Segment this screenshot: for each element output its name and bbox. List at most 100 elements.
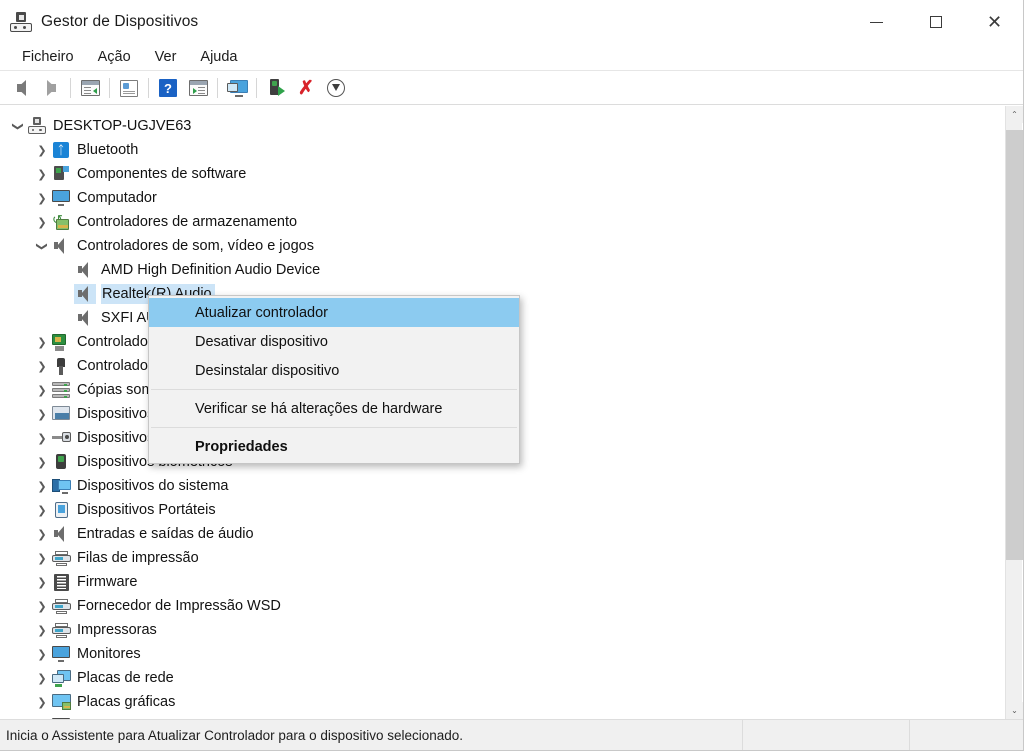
software-component-icon bbox=[50, 164, 72, 184]
chevron-right-icon[interactable]: ❯ bbox=[34, 577, 50, 588]
tree-row[interactable]: ❯ Monitores bbox=[0, 642, 999, 666]
close-button[interactable]: ✕ bbox=[965, 0, 1023, 44]
tree-row[interactable]: ❯ Impressoras bbox=[0, 618, 999, 642]
chevron-right-icon[interactable]: ❯ bbox=[34, 625, 50, 636]
menu-ver[interactable]: Ver bbox=[144, 46, 188, 69]
chevron-right-icon[interactable]: ❯ bbox=[34, 553, 50, 564]
properties-icon bbox=[120, 79, 138, 97]
scan-hardware-changes-icon bbox=[226, 79, 248, 97]
context-menu[interactable]: Atualizar controlador Desativar dispositi… bbox=[148, 295, 520, 464]
chevron-right-icon[interactable]: ❯ bbox=[34, 601, 50, 612]
tree-row[interactable]: AMD High Definition Audio Device bbox=[0, 258, 999, 282]
tree-row[interactable]: ❯ Placas de rede bbox=[0, 666, 999, 690]
biometric-icon bbox=[50, 452, 72, 472]
help-icon: ? bbox=[159, 79, 177, 97]
back-button[interactable] bbox=[6, 74, 36, 102]
scroll-down-button[interactable]: ⌄ bbox=[1006, 702, 1023, 719]
menu-ficheiro[interactable]: Ficheiro bbox=[11, 46, 85, 69]
properties-button[interactable] bbox=[114, 74, 144, 102]
tree-row[interactable]: ❯ Computador bbox=[0, 186, 999, 210]
scroll-up-button[interactable]: ⌃ bbox=[1006, 106, 1023, 123]
show-hide-console-tree-button[interactable] bbox=[75, 74, 105, 102]
help-button[interactable]: ? bbox=[153, 74, 183, 102]
tree-row[interactable]: ❯ DESKTOP-UGJVE63 bbox=[0, 114, 999, 138]
vertical-scrollbar[interactable]: ⌃ ⌄ bbox=[1005, 106, 1023, 719]
status-message: Inicia o Assistente para Atualizar Contr… bbox=[0, 719, 743, 750]
tree-row[interactable]: ❯ Fornecedor de Impressão WSD bbox=[0, 594, 999, 618]
chevron-right-icon[interactable]: ❯ bbox=[34, 337, 50, 348]
menu-acao[interactable]: Ação bbox=[87, 46, 142, 69]
tree-row[interactable]: ❯ Firmware bbox=[0, 570, 999, 594]
status-panel-2 bbox=[743, 719, 910, 750]
chevron-right-icon[interactable]: ❯ bbox=[34, 217, 50, 228]
chevron-down-icon[interactable]: ❯ bbox=[36, 238, 49, 254]
chevron-right-icon[interactable]: ❯ bbox=[34, 385, 50, 396]
tree-row-label: Dispositivos do sistema bbox=[77, 478, 229, 494]
tree-row[interactable]: ❯ Entradas e saídas de áudio bbox=[0, 522, 999, 546]
toolbar-separator bbox=[256, 78, 257, 98]
chevron-right-icon[interactable]: ❯ bbox=[34, 529, 50, 540]
chevron-right-icon[interactable]: ❯ bbox=[34, 697, 50, 708]
tree-row[interactable]: ❯ Componentes de software bbox=[0, 162, 999, 186]
toolbar-separator bbox=[109, 78, 110, 98]
scrollbar-thumb[interactable] bbox=[1006, 130, 1023, 560]
status-panel-3 bbox=[910, 720, 1023, 751]
update-driver-button[interactable] bbox=[261, 74, 291, 102]
tree-row[interactable]: ❯ Dispositivos Portáteis bbox=[0, 498, 999, 522]
chevron-right-icon[interactable]: ❯ bbox=[34, 481, 50, 492]
context-menu-item[interactable]: Desinstalar dispositivo bbox=[149, 356, 519, 385]
context-menu-item[interactable]: Propriedades bbox=[149, 432, 519, 461]
chevron-right-icon[interactable]: ❯ bbox=[34, 673, 50, 684]
chevron-right-icon[interactable]: ❯ bbox=[34, 169, 50, 180]
tree-row-label: Componentes de software bbox=[77, 166, 247, 182]
tree-row-label: Firmware bbox=[77, 574, 138, 590]
context-menu-separator bbox=[151, 427, 517, 428]
monitor-icon bbox=[50, 188, 72, 208]
server-icon bbox=[50, 380, 72, 400]
tree-row[interactable]: ❯ Filas de impressão bbox=[0, 546, 999, 570]
chevron-right-icon[interactable]: ❯ bbox=[34, 145, 50, 156]
tree-row[interactable]: ❯ ᛏ Bluetooth bbox=[0, 138, 999, 162]
disable-device-button[interactable] bbox=[321, 74, 351, 102]
tree-row-label: Bluetooth bbox=[77, 142, 139, 158]
chevron-right-icon[interactable]: ❯ bbox=[34, 409, 50, 420]
status-bar: Inicia o Assistente para Atualizar Contr… bbox=[0, 719, 1023, 751]
toolbar-separator bbox=[70, 78, 71, 98]
tree-row[interactable]: ❯ Placas gráficas bbox=[0, 690, 999, 714]
chevron-down-icon[interactable]: ❯ bbox=[12, 118, 25, 134]
chevron-right-icon[interactable]: ❯ bbox=[34, 193, 50, 204]
hid-icon bbox=[50, 428, 72, 448]
chevron-right-icon[interactable]: ❯ bbox=[34, 361, 50, 372]
bluetooth-icon: ᛏ bbox=[50, 140, 72, 160]
disable-device-icon bbox=[327, 79, 345, 97]
usb-icon bbox=[50, 356, 72, 376]
forward-button[interactable] bbox=[36, 74, 66, 102]
maximize-button[interactable] bbox=[906, 0, 965, 44]
tree-row[interactable]: ❯ Dispositivos do sistema bbox=[0, 474, 999, 498]
forward-icon bbox=[46, 80, 56, 96]
context-menu-separator bbox=[151, 389, 517, 390]
uninstall-device-icon: ✗ bbox=[298, 77, 314, 99]
chevron-right-icon[interactable]: ❯ bbox=[34, 505, 50, 516]
minimize-icon bbox=[870, 21, 883, 23]
context-menu-item[interactable]: Atualizar controlador bbox=[149, 298, 519, 327]
scan-hardware-changes-button[interactable] bbox=[222, 74, 252, 102]
tree-row[interactable]: ❯ Controladores de som, vídeo e jogos bbox=[0, 234, 999, 258]
context-menu-item[interactable]: Desativar dispositivo bbox=[149, 327, 519, 356]
menu-ajuda[interactable]: Ajuda bbox=[189, 46, 248, 69]
monitor-icon bbox=[50, 644, 72, 664]
chevron-right-icon[interactable]: ❯ bbox=[34, 457, 50, 468]
show-hide-action-pane-button[interactable] bbox=[183, 74, 213, 102]
network-card-icon bbox=[50, 332, 72, 352]
uninstall-device-button[interactable]: ✗ bbox=[291, 74, 321, 102]
chevron-right-icon[interactable]: ❯ bbox=[34, 649, 50, 660]
toolbar-separator bbox=[217, 78, 218, 98]
minimize-button[interactable] bbox=[847, 0, 906, 44]
chevron-right-icon[interactable]: ❯ bbox=[34, 433, 50, 444]
device-manager-icon bbox=[10, 11, 32, 33]
close-icon: ✕ bbox=[986, 12, 1003, 32]
speaker-icon bbox=[50, 524, 72, 544]
context-menu-item[interactable]: Verificar se há alterações de hardware bbox=[149, 394, 519, 423]
tree-row-label: DESKTOP-UGJVE63 bbox=[53, 118, 192, 134]
tree-row[interactable]: ❯↺ Controladores de armazenamento bbox=[0, 210, 999, 234]
